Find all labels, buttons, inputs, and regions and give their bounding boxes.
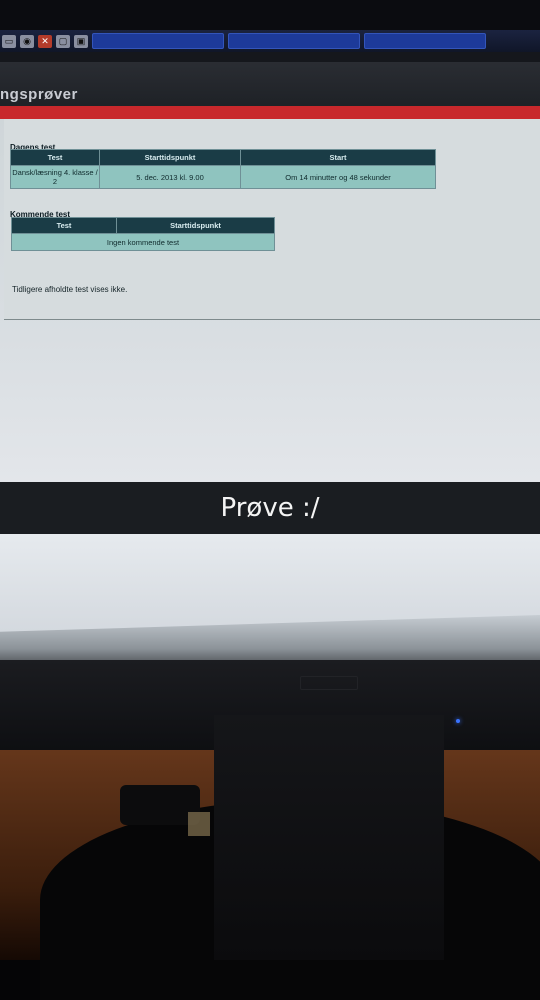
taskbar-window-button[interactable] [364,33,486,49]
main-content: Dagens test Test Starttidspunkt Start Da… [0,119,540,482]
page-title: ngsprøver [0,86,78,103]
app-header [0,62,540,108]
content-panel: Dagens test Test Starttidspunkt Start Da… [4,119,540,320]
cable-glint [188,812,210,836]
taskbar-window-button[interactable] [228,33,360,49]
test-cell[interactable]: Dansk/læsning 4. klasse / 2 [10,165,100,189]
taskbar: ▭ ◉ ✕ ▢ ▣ [0,30,540,52]
upcoming-table: Test Starttidspunkt Ingen kommende test [11,217,275,251]
monitor-top-bezel [0,0,540,30]
media-icon[interactable]: ▣ [74,34,88,48]
window-icon[interactable]: ▢ [56,34,70,48]
column-header-test: Test [10,149,100,166]
power-led-icon [456,719,460,723]
folder-icon[interactable]: ▭ [2,34,16,48]
footnote: Tidligere afholdte test vises ikke. [12,285,128,294]
column-header-test: Test [11,217,117,234]
caption-bar: Prøve :/ [0,482,540,534]
start-cell: Om 14 minutter og 48 sekunder [240,165,436,189]
table-row: Ingen kommende test [11,233,275,251]
screen-top-edge [0,52,540,62]
column-header-starttime: Starttidspunkt [116,217,275,234]
starttime-cell: 5. dec. 2013 kl. 9.00 [99,165,241,189]
accent-stripe [0,106,540,119]
todays-test-table: Test Starttidspunkt Start Dansk/læsning … [10,149,436,189]
app-icon[interactable]: ✕ [38,34,52,48]
column-header-start: Start [240,149,436,166]
monitor-stand [214,715,444,960]
empty-row-text: Ingen kommende test [11,233,275,251]
caption-text: Prøve :/ [220,493,320,523]
brand-logo [300,676,358,690]
column-header-starttime: Starttidspunkt [99,149,241,166]
table-row: Dansk/læsning 4. klasse / 2 5. dec. 2013… [10,165,436,189]
taskbar-window-button[interactable] [92,33,224,49]
browser-icon[interactable]: ◉ [20,34,34,48]
